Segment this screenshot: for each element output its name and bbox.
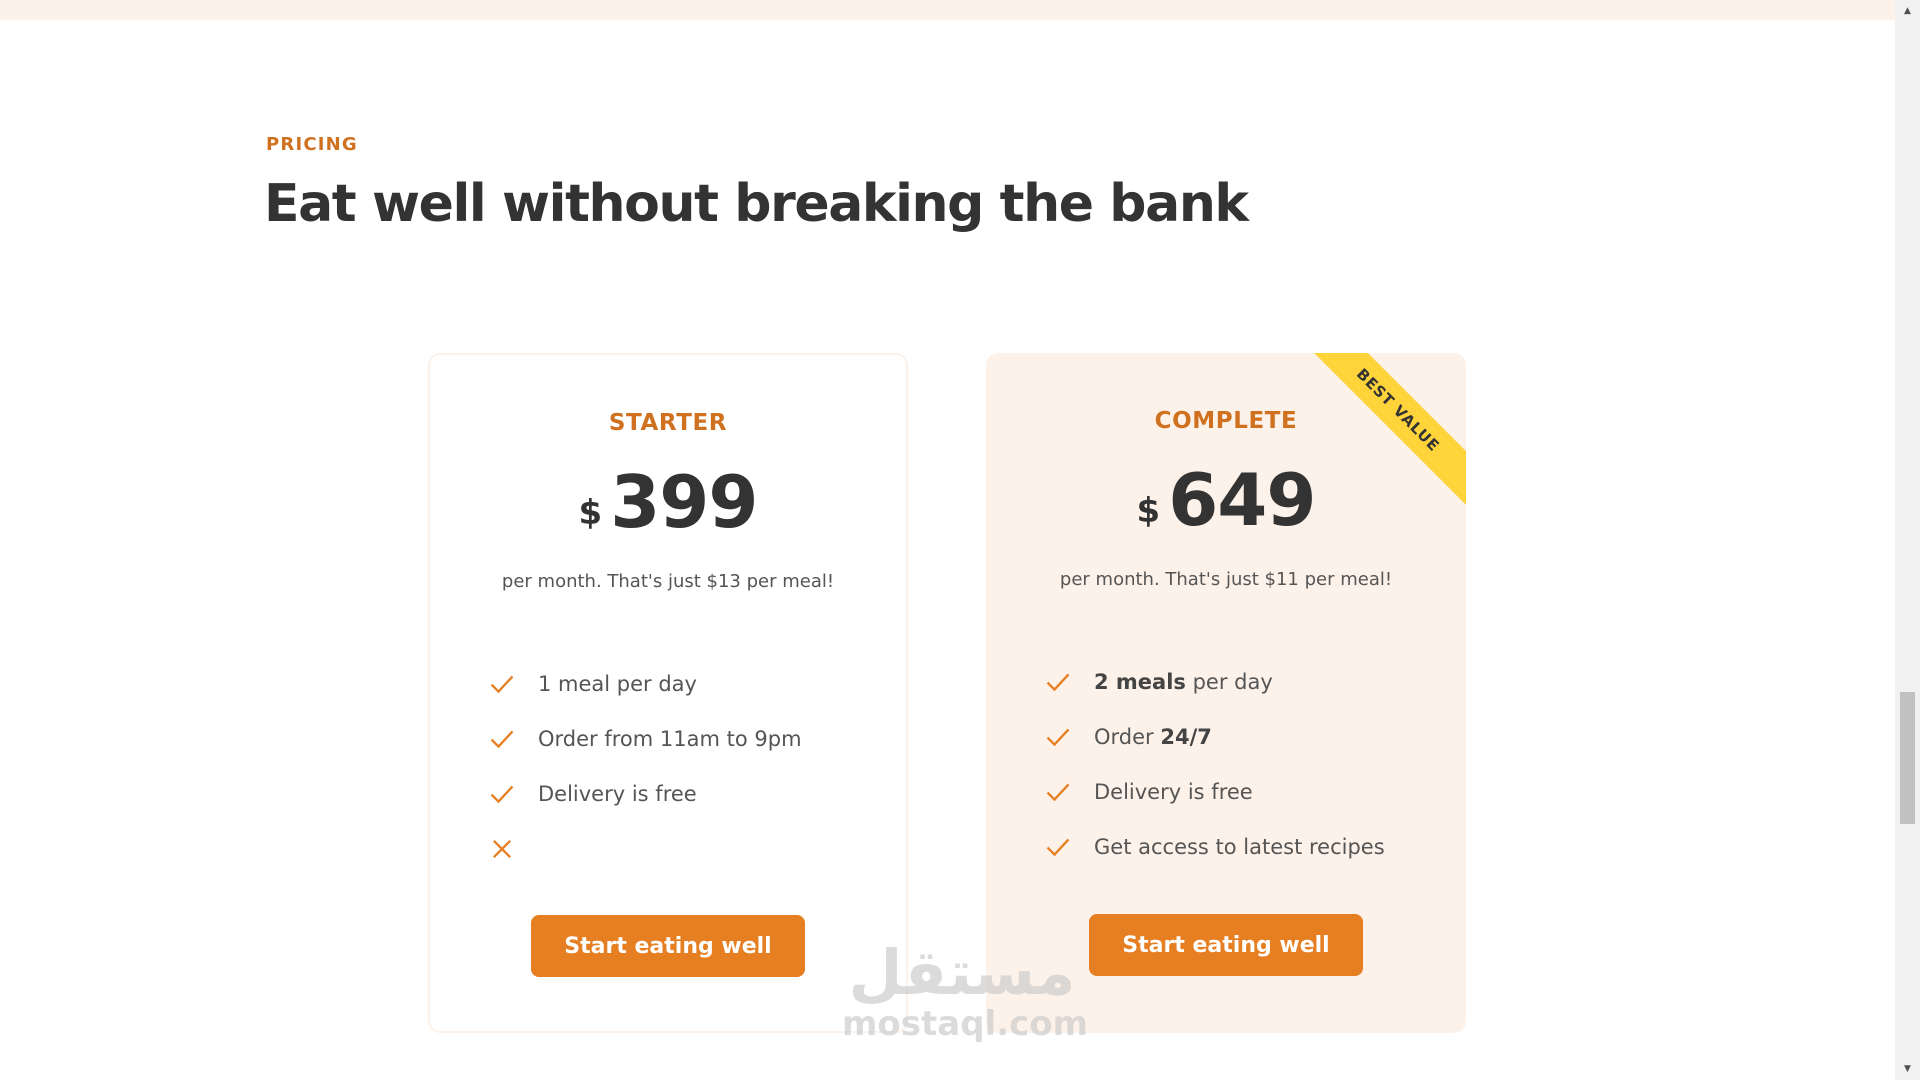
section-subheading: PRICING <box>266 134 358 155</box>
feature-text: 2 meals per day <box>1094 670 1273 694</box>
plan-price: $649 <box>986 458 1466 542</box>
feature-list: 2 meals per day Order 24/7 Delivery is f… <box>1044 654 1385 874</box>
feature-text: Get access to latest recipes <box>1094 834 1385 859</box>
feature-emphasis: 2 meals <box>1094 669 1186 694</box>
list-item: Delivery is free <box>488 766 802 821</box>
header-strip <box>0 0 1895 20</box>
start-eating-well-button[interactable]: Start eating well <box>1089 914 1363 976</box>
pricing-card-complete: BEST VALUE COMPLETE $649 per month. That… <box>986 353 1466 1033</box>
feature-emphasis: 24/7 <box>1160 724 1212 749</box>
list-item: Get access to latest recipes <box>1044 819 1385 874</box>
close-icon <box>493 839 511 858</box>
feature-text: Delivery is free <box>538 781 697 806</box>
scroll-thumb[interactable] <box>1900 692 1915 824</box>
checkmark-icon <box>490 730 514 748</box>
scroll-up-arrow-icon[interactable]: ▲ <box>1895 2 1920 20</box>
checkmark-icon <box>1046 728 1070 746</box>
vertical-scrollbar[interactable]: ▲ ▼ <box>1895 0 1920 1080</box>
list-item: 2 meals per day <box>1044 654 1385 709</box>
checkmark-icon <box>490 785 514 803</box>
watermark-latin: mostaql.com <box>842 1004 1089 1044</box>
watermark-arabic: مستقل <box>848 936 1076 1009</box>
feature-rest: per day <box>1185 669 1273 694</box>
currency-symbol: $ <box>578 492 603 533</box>
list-item: Delivery is free <box>1044 764 1385 819</box>
section-heading: Eat well without breaking the bank <box>264 174 1249 234</box>
price-amount: 399 <box>610 460 758 544</box>
feature-rest: Order <box>1094 724 1161 749</box>
start-eating-well-button[interactable]: Start eating well <box>531 915 805 977</box>
currency-symbol: $ <box>1136 490 1161 531</box>
mostaql-watermark: مستقل mostaql.com <box>842 936 1089 1044</box>
list-item: 1 meal per day <box>488 656 802 711</box>
checkmark-icon <box>1046 783 1070 801</box>
checkmark-icon <box>1046 838 1070 856</box>
list-item: Order from 11am to 9pm <box>488 711 802 766</box>
list-item: Order 24/7 <box>1044 709 1385 764</box>
plan-price: $399 <box>430 460 906 544</box>
pricing-card-starter: STARTER $399 per month. That's just $13 … <box>428 353 908 1033</box>
list-item <box>488 821 802 876</box>
feature-text: 1 meal per day <box>538 671 697 696</box>
feature-text: Order from 11am to 9pm <box>538 726 802 751</box>
price-per-meal-note: per month. That's just $13 per meal! <box>501 571 835 592</box>
price-per-meal-note: per month. That's just $11 per meal! <box>1059 569 1393 590</box>
feature-text: Order 24/7 <box>1094 725 1212 749</box>
price-amount: 649 <box>1168 458 1316 542</box>
checkmark-icon <box>1046 673 1070 691</box>
feature-text: Delivery is free <box>1094 779 1253 804</box>
plan-name: COMPLETE <box>1154 408 1298 434</box>
scroll-down-arrow-icon[interactable]: ▼ <box>1895 1060 1920 1078</box>
checkmark-icon <box>490 675 514 693</box>
feature-list: 1 meal per day Order from 11am to 9pm De… <box>488 656 802 876</box>
plan-name: STARTER <box>608 410 728 436</box>
